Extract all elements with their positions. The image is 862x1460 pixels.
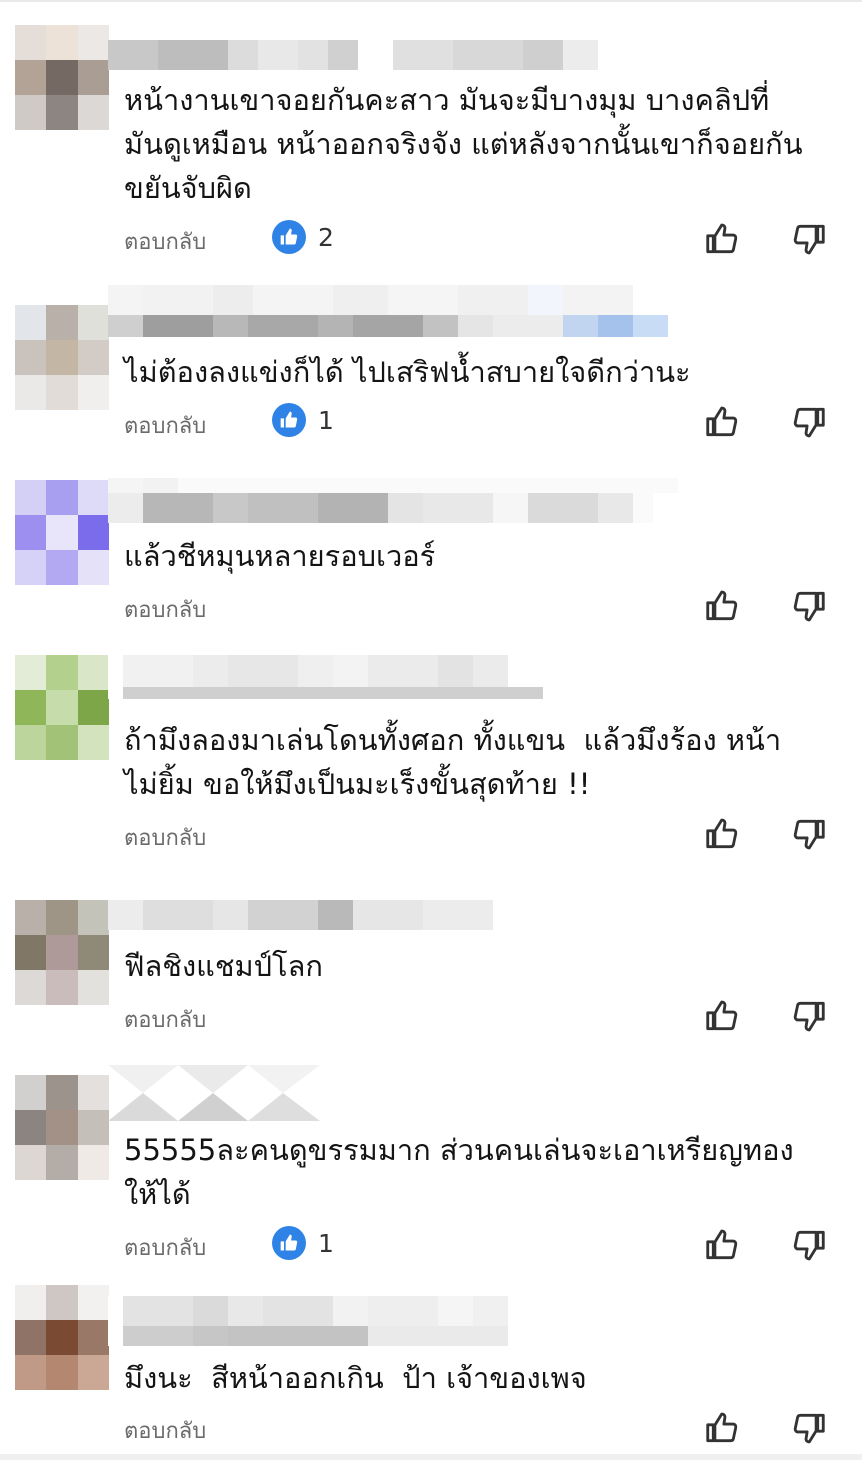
reply-button[interactable]: ตอบกลับ: [124, 820, 206, 855]
like-summary[interactable]: 2: [272, 220, 334, 254]
reply-button[interactable]: ตอบกลับ: [124, 592, 206, 627]
like-summary[interactable]: 1: [272, 1226, 334, 1260]
reply-button[interactable]: ตอบกลับ: [124, 1413, 206, 1448]
comment-text: ถ้ามึงลองมาเล่นโดนทั้งศอก ทั้งแขน แล้วมึ…: [124, 723, 782, 801]
author-name-blurred[interactable]: [108, 478, 678, 534]
like-icon[interactable]: [703, 403, 741, 441]
top-divider: [0, 0, 862, 2]
like-icon[interactable]: [703, 997, 741, 1035]
like-icon[interactable]: [703, 815, 741, 853]
like-icon[interactable]: [703, 220, 741, 258]
comment-text: ไม่ต้องลงแข่งก็ได้ ไปเสริฟน้ำสบายใจดีกว่…: [124, 355, 691, 389]
avatar[interactable]: [15, 305, 109, 410]
like-icon[interactable]: [703, 587, 741, 625]
reply-button[interactable]: ตอบกลับ: [124, 1002, 206, 1037]
avatar[interactable]: [15, 1285, 109, 1390]
dislike-icon[interactable]: [790, 1409, 828, 1447]
author-name-blurred[interactable]: [108, 1065, 320, 1121]
like-badge-icon: [272, 1226, 306, 1260]
avatar[interactable]: [15, 480, 109, 585]
dislike-icon[interactable]: [790, 220, 828, 258]
like-count: 2: [318, 222, 334, 252]
bottom-divider: [0, 1454, 862, 1460]
avatar[interactable]: [15, 655, 109, 760]
comment-text: หน้างานเขาจอยกันคะสาว มันจะมีบางมุม บางค…: [124, 83, 803, 205]
like-badge-icon: [272, 403, 306, 437]
dislike-icon[interactable]: [790, 1226, 828, 1264]
reply-button[interactable]: ตอบกลับ: [124, 1230, 206, 1265]
author-name-blurred[interactable]: [108, 655, 543, 711]
reply-button[interactable]: ตอบกลับ: [124, 224, 206, 259]
like-count: 1: [318, 1228, 334, 1258]
dislike-icon[interactable]: [790, 997, 828, 1035]
avatar[interactable]: [15, 1075, 109, 1180]
like-icon[interactable]: [703, 1226, 741, 1264]
comment-text: ฟีลชิงแชมป์โลก: [124, 949, 323, 983]
comment-text: 55555ละคนดูขรรมมาก ส่วนคนเล่นจะเอาเหรียญ…: [124, 1133, 794, 1211]
like-summary[interactable]: 1: [272, 403, 334, 437]
like-icon[interactable]: [703, 1409, 741, 1447]
dislike-icon[interactable]: [790, 815, 828, 853]
dislike-icon[interactable]: [790, 403, 828, 441]
author-name-blurred[interactable]: [108, 285, 668, 341]
comment-text: แล้วชีหมุนหลายรอบเวอร์: [124, 539, 436, 573]
like-count: 1: [318, 405, 334, 435]
author-name-blurred[interactable]: [108, 1296, 508, 1352]
name-blur-pattern: [108, 1065, 320, 1121]
like-badge-icon: [272, 220, 306, 254]
reply-button[interactable]: ตอบกลับ: [124, 408, 206, 443]
avatar[interactable]: [15, 25, 109, 130]
avatar[interactable]: [15, 900, 109, 1005]
comment-text: มึงนะ สีหน้าออกเกิน ป้า เจ้าของเพจ: [124, 1361, 587, 1395]
dislike-icon[interactable]: [790, 587, 828, 625]
